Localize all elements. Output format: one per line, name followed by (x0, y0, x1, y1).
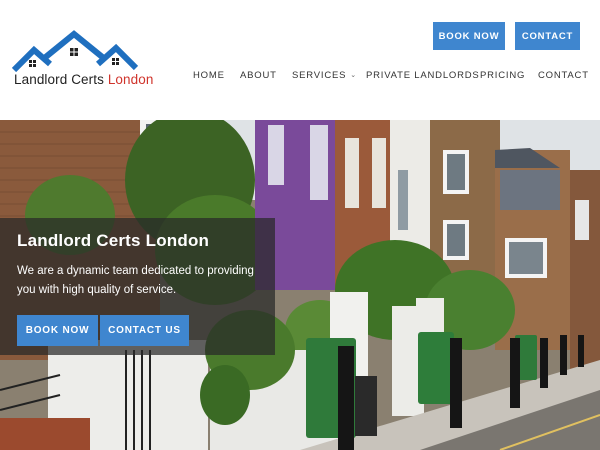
hero-section: Landlord Certs London We are a dynamic t… (0, 120, 600, 450)
nav-home[interactable]: HOME (193, 70, 225, 81)
site-header: Landlord Certs London BOOK NOW CONTACT H… (0, 0, 600, 120)
house-roof-icon (12, 30, 139, 72)
nav-services[interactable]: SERVICES ⌄ (292, 70, 357, 81)
nav-private-landlords[interactable]: PRIVATE LANDLORDS (366, 70, 480, 81)
main-nav: HOME ABOUT SERVICES ⌄ PRIVATE LANDLORDS P… (0, 70, 600, 84)
hero-contact-us-button[interactable]: CONTACT US (100, 315, 189, 346)
chevron-down-icon: ⌄ (350, 72, 357, 79)
nav-pricing[interactable]: PRICING (480, 70, 525, 81)
nav-about[interactable]: ABOUT (240, 70, 277, 81)
hero-description: We are a dynamic team dedicated to provi… (17, 265, 254, 296)
contact-button[interactable]: CONTACT (515, 22, 580, 50)
nav-services-label: SERVICES (292, 70, 347, 81)
hero-book-now-button[interactable]: BOOK NOW (17, 315, 98, 346)
book-now-button[interactable]: BOOK NOW (433, 22, 505, 50)
nav-contact[interactable]: CONTACT (538, 70, 589, 81)
hero-title: Landlord Certs London (17, 231, 210, 250)
